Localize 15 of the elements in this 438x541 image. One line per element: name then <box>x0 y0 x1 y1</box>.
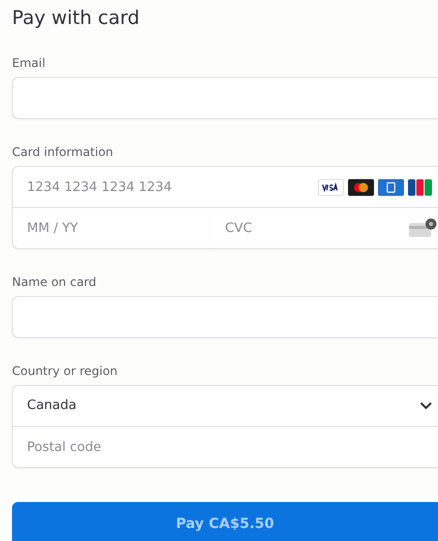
field-label: Country or region <box>12 363 119 380</box>
mastercard-icon <box>348 178 374 196</box>
field-label: Name on card <box>12 274 98 291</box>
field-label: Email <box>12 55 46 72</box>
field-label: Card information <box>12 144 114 161</box>
card-number-field[interactable]: 1234 1234 1234 1234 <box>12 166 438 208</box>
chevron-down-icon <box>420 402 432 410</box>
form-title: Pay with card <box>12 6 141 31</box>
postal-code-input[interactable]: Postal code <box>13 427 438 467</box>
visa-card-icon <box>318 178 344 196</box>
cvc-input[interactable]: CVC <box>211 208 409 248</box>
card-number-input[interactable]: 1234 1234 1234 1234 <box>13 167 318 207</box>
cvc-field[interactable]: CVC <box>211 207 438 249</box>
expiry-input[interactable]: MM / YY <box>13 208 211 248</box>
cvc-card-icon <box>409 218 437 238</box>
